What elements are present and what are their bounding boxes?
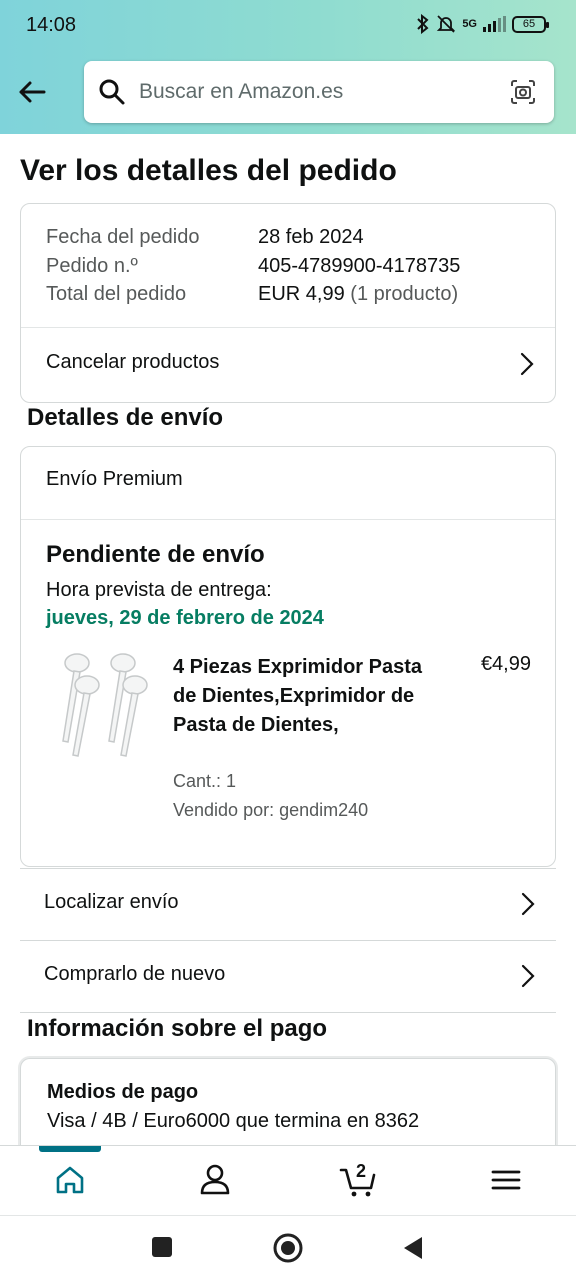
signal-icon [483,16,506,32]
back-system-icon[interactable] [400,1234,426,1262]
track-shipment-label: Localizar envío [44,891,179,913]
active-tab-indicator [39,1146,101,1152]
track-shipment-row[interactable]: Localizar envío [20,868,556,940]
product-seller: Vendido por: gendim240 [173,800,369,820]
buy-again-label: Comprarlo de nuevo [44,963,226,985]
product-image[interactable] [43,649,153,759]
search-input[interactable]: Buscar en Amazon.es [139,80,343,104]
cancel-products-label: Cancelar productos [46,351,220,373]
order-summary-card: Fecha del pedido 28 feb 2024 Pedido n.º … [20,203,556,403]
order-number-value: 405-4789900-4178735 [258,255,461,277]
eta-date: jueves, 29 de febrero de 2024 [46,607,324,629]
eta-label: Hora prevista de entrega: [46,579,272,601]
payment-section-title: Información sobre el pago [27,1015,328,1042]
home-system-icon[interactable] [272,1232,304,1264]
payment-method-value: Visa / 4B / Euro6000 que termina en 8362 [47,1110,420,1132]
shipping-method: Envío Premium [46,468,183,490]
shipment-card: Envío Premium Pendiente de envío Hora pr… [20,446,556,867]
order-total-amount: EUR 4,99 [258,283,345,305]
order-total-label: Total del pedido [46,283,187,305]
bluetooth-icon [417,14,429,34]
mute-bell-icon [437,15,456,33]
cart-count-badge: 2 [356,1161,367,1181]
network-type: 5G [462,18,477,30]
system-nav-bar [0,1215,576,1280]
chevron-right-icon [521,892,535,916]
product-name[interactable]: 4 Piezas Exprimidor Pasta de Dientes,Exp… [173,653,423,740]
order-date-value: 28 feb 2024 [258,226,364,248]
status-icons: 5G 65 [416,14,549,34]
search-icon [99,79,125,105]
page-title: Ver los detalles del pedido [20,154,397,187]
battery-icon: 65 [512,15,549,33]
menu-icon[interactable] [486,1160,526,1200]
status-bar: 14:08 5G 65 [0,0,576,52]
back-arrow-icon[interactable] [14,74,50,110]
home-icon[interactable] [50,1160,90,1200]
order-total-count: (1 producto) [350,283,459,305]
bottom-nav [0,1145,576,1215]
order-total-value: EUR 4,99 (1 producto) [258,283,458,306]
app-header: 14:08 5G 65 Buscar en Amazon.es [0,0,576,134]
order-number-label: Pedido n.º [46,255,138,277]
divider [21,519,555,520]
chevron-right-icon [521,964,535,988]
buy-again-row[interactable]: Comprarlo de nuevo [20,940,556,1012]
chevron-right-icon [520,352,534,376]
camera-scan-icon[interactable] [508,77,538,107]
product-quantity: Cant.: 1 [173,771,237,791]
product-price: €4,99 [480,653,531,675]
order-date-label: Fecha del pedido [46,226,200,248]
shipment-status: Pendiente de envío [46,541,265,568]
payment-method-title: Medios de pago [47,1081,199,1103]
divider [20,1012,556,1013]
account-icon[interactable] [195,1160,235,1200]
shipping-section-title: Detalles de envío [27,404,224,431]
search-bar[interactable]: Buscar en Amazon.es [84,61,554,123]
recents-icon[interactable] [150,1235,174,1259]
status-time: 14:08 [26,14,77,36]
cancel-products-row[interactable]: Cancelar productos [21,328,555,402]
